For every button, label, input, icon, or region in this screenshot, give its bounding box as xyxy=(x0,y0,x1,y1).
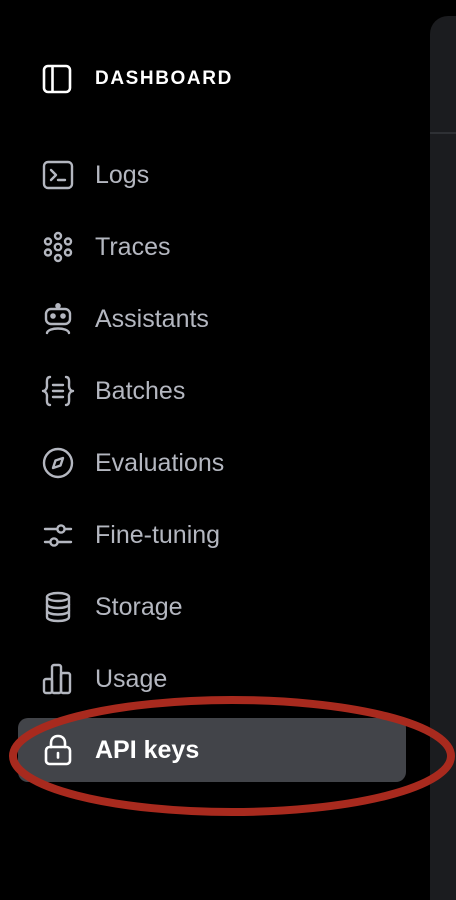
sidebar-item-label: Batches xyxy=(95,376,186,405)
sidebar-item-label: Usage xyxy=(95,664,168,693)
page: DASHBOARD Logs Traces Assistants Batches… xyxy=(0,0,456,900)
robot-icon xyxy=(40,301,76,337)
sidebar-item-label: Logs xyxy=(95,160,150,189)
sidebar-item-storage[interactable]: Storage xyxy=(18,575,406,639)
sidebar: DASHBOARD Logs Traces Assistants Batches… xyxy=(0,0,430,900)
database-icon xyxy=(40,589,76,625)
sidebar-item-usage[interactable]: Usage xyxy=(18,647,406,711)
sidebar-item-assistants[interactable]: Assistants xyxy=(18,287,406,351)
compass-icon xyxy=(40,445,76,481)
sidebar-item-label: API keys xyxy=(95,735,200,764)
sidebar-item-label: Storage xyxy=(95,592,183,621)
braces-icon xyxy=(40,373,76,409)
sidebar-item-batches[interactable]: Batches xyxy=(18,359,406,423)
sidebar-item-label: Traces xyxy=(95,232,171,261)
sidebar-header[interactable]: DASHBOARD xyxy=(40,62,233,96)
panel-divider xyxy=(430,132,456,134)
dashboard-title: DASHBOARD xyxy=(95,68,233,89)
bar-chart-icon xyxy=(40,661,76,697)
terminal-icon xyxy=(40,157,76,193)
sidebar-item-label: Evaluations xyxy=(95,448,225,477)
sliders-icon xyxy=(40,517,76,553)
sidebar-item-traces[interactable]: Traces xyxy=(18,215,406,279)
sidebar-item-label: Fine-tuning xyxy=(95,520,221,549)
sidebar-toggle-icon[interactable] xyxy=(40,62,74,96)
traces-icon xyxy=(40,229,76,265)
sidebar-item-logs[interactable]: Logs xyxy=(18,143,406,207)
sidebar-item-evaluations[interactable]: Evaluations xyxy=(18,431,406,495)
main-content-panel xyxy=(430,16,456,900)
sidebar-item-api-keys[interactable]: API keys xyxy=(18,718,406,782)
sidebar-item-label: Assistants xyxy=(95,304,209,333)
lock-icon xyxy=(40,732,76,768)
sidebar-item-fine-tuning[interactable]: Fine-tuning xyxy=(18,503,406,567)
